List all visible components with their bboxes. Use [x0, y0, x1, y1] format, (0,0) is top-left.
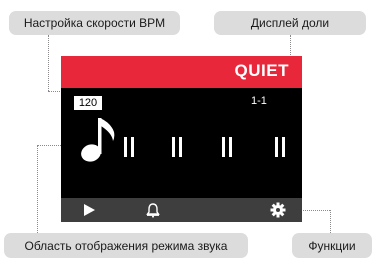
- leader-line-bpm: [48, 35, 49, 91]
- leader-line-sound: [37, 145, 38, 233]
- beat-tick: [222, 137, 232, 157]
- beat-tick: [172, 137, 182, 157]
- function-bar: [61, 198, 302, 222]
- callout-sound-mode-area: Область отображения режима звука: [4, 233, 248, 258]
- beat-tick: [124, 137, 134, 157]
- play-icon: [84, 204, 95, 216]
- bpm-value[interactable]: 120: [74, 96, 102, 110]
- beat-tick: [275, 137, 285, 157]
- bell-icon: [146, 203, 160, 218]
- beat-display: 1-1: [251, 95, 267, 107]
- gear-icon: [270, 202, 286, 218]
- callout-bpm-setting: Настройка скорости BPM: [9, 11, 180, 35]
- play-button[interactable]: [79, 198, 99, 222]
- leader-line-functions: [330, 210, 331, 233]
- callout-beat-display: Дисплей доли: [214, 11, 366, 35]
- bell-button[interactable]: [143, 198, 163, 222]
- sound-mode-bar: QUIET: [61, 56, 302, 88]
- settings-button[interactable]: [268, 198, 288, 222]
- callout-functions: Функции: [292, 233, 372, 258]
- sound-mode-label: QUIET: [234, 61, 289, 80]
- metronome-screen: QUIET 120 1-1: [61, 56, 302, 222]
- eighth-note-icon: [81, 118, 115, 162]
